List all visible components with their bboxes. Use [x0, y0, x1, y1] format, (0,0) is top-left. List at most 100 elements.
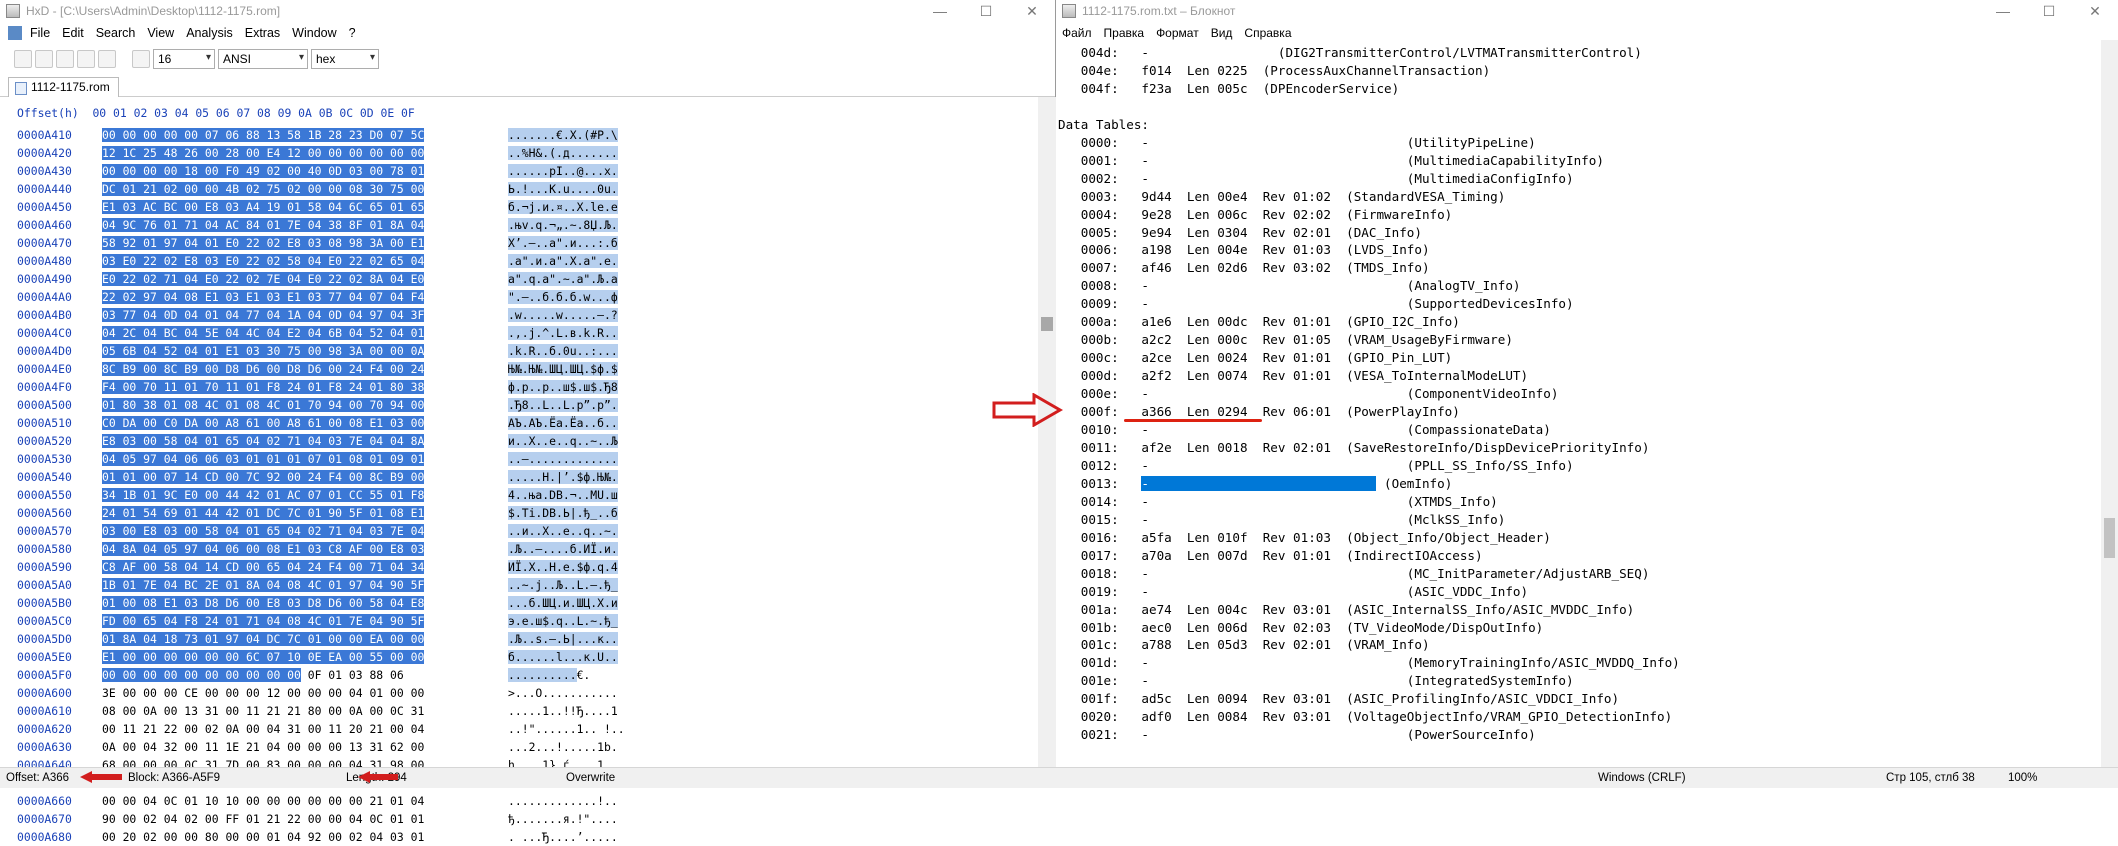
row-hex-bytes[interactable]: 01 8A 04 18 73 01 97 04 DC 7C 01 00 00 E… — [102, 630, 492, 648]
menu-window[interactable]: Window — [286, 26, 342, 40]
row-ascii[interactable]: .њv.q.¬„.~.8Џ.Љ. — [508, 216, 638, 234]
minimize-icon[interactable]: — — [917, 3, 963, 20]
row-hex-bytes[interactable]: 01 80 38 01 08 4C 01 08 4C 01 70 94 00 7… — [102, 396, 492, 414]
row-ascii[interactable]: .k.R..б.0u..:... — [508, 342, 638, 360]
menu-extras[interactable]: Extras — [239, 26, 286, 40]
row-hex-bytes[interactable]: DC 01 21 02 00 00 4B 02 75 02 00 00 08 3… — [102, 180, 492, 198]
row-ascii[interactable]: ИЇ.X..Н.e.$ф.q.4 — [508, 558, 638, 576]
row-ascii[interactable]: ђ.......я.!".... — [508, 810, 638, 828]
row-ascii[interactable]: ..~.ј..Љ..L.—.ђ_ — [508, 576, 638, 594]
row-ascii[interactable]: Ь.!...K.u....0u. — [508, 180, 638, 198]
hex-row[interactable]: 0000A450 E1 03 AC BC 00 E8 03 A4 19 01 58… — [17, 198, 637, 216]
hex-row[interactable]: 0000A440 DC 01 21 02 00 00 4B 02 75 02 00… — [17, 180, 637, 198]
row-hex-bytes[interactable]: E1 00 00 00 00 00 00 6C 07 10 0E EA 00 5… — [102, 648, 492, 666]
row-hex-bytes[interactable]: 04 9C 76 01 71 04 AC 84 01 7E 04 38 8F 0… — [102, 216, 492, 234]
hex-rows[interactable]: 0000A410 00 00 00 00 00 07 06 88 13 58 1B… — [17, 126, 637, 846]
open-disk-icon[interactable] — [77, 50, 95, 68]
row-hex-bytes[interactable]: 8C B9 00 8C B9 00 D8 D6 00 D8 D6 00 24 F… — [102, 360, 492, 378]
hex-row[interactable]: 0000A620 00 11 21 22 00 02 0A 00 04 31 00… — [17, 720, 637, 738]
row-ascii[interactable]: ..%H&.(.д....... — [508, 144, 638, 162]
new-file-icon[interactable] — [14, 50, 32, 68]
hex-row[interactable]: 0000A460 04 9C 76 01 71 04 AC 84 01 7E 04… — [17, 216, 637, 234]
row-hex-bytes[interactable]: 00 20 02 00 00 80 00 00 01 04 92 00 02 0… — [102, 828, 492, 846]
row-hex-bytes[interactable]: E0 22 02 71 04 E0 22 02 7E 04 E0 22 02 8… — [102, 270, 492, 288]
hex-row[interactable]: 0000A520 E8 03 00 58 04 01 65 04 02 71 04… — [17, 432, 637, 450]
minimize-icon[interactable]: — — [1980, 3, 2026, 20]
row-ascii[interactable]: .Ђ8..L..L.p”.p”. — [508, 396, 638, 414]
hex-row[interactable]: 0000A660 00 00 04 0C 01 10 10 00 00 00 00… — [17, 792, 637, 810]
row-hex-bytes[interactable]: 05 6B 04 52 04 01 E1 03 30 75 00 98 3A 0… — [102, 342, 492, 360]
hex-row[interactable]: 0000A5B0 01 00 08 E1 03 D8 D6 00 E8 03 D8… — [17, 594, 637, 612]
row-hex-bytes[interactable]: 01 01 00 07 14 CD 00 7C 92 00 24 F4 00 8… — [102, 468, 492, 486]
row-hex-bytes[interactable]: 03 E0 22 02 E8 03 E0 22 02 58 04 E0 22 0… — [102, 252, 492, 270]
row-ascii[interactable]: ......рI..@...x. — [508, 162, 638, 180]
hex-row[interactable]: 0000A530 04 05 97 04 06 06 03 01 01 01 07… — [17, 450, 637, 468]
row-ascii[interactable]: ф.p..p..ш$.ш$.Ђ8 — [508, 378, 638, 396]
menu-format-ru[interactable]: Формат — [1150, 26, 1205, 40]
row-hex-bytes[interactable]: 22 02 97 04 08 E1 03 E1 03 E1 03 77 04 0… — [102, 288, 492, 306]
row-ascii[interactable]: э.e.ш$.q..L.~.ђ_ — [508, 612, 638, 630]
maximize-icon[interactable]: ☐ — [963, 3, 1009, 20]
row-hex-bytes[interactable]: 00 00 00 00 18 00 F0 49 02 00 40 0D 03 0… — [102, 162, 492, 180]
menu-view[interactable]: View — [141, 26, 180, 40]
hex-row[interactable]: 0000A5F0 00 00 00 00 00 00 00 00 00 00 0F… — [17, 666, 637, 684]
offset-base-select[interactable]: hex — [311, 49, 379, 69]
row-hex-bytes[interactable]: 04 8A 04 05 97 04 06 00 08 E1 03 C8 AF 0… — [102, 540, 492, 558]
hex-row[interactable]: 0000A670 90 00 02 04 02 00 FF 01 21 22 00… — [17, 810, 637, 828]
row-ascii[interactable]: .а".и.а".X.а".e. — [508, 252, 638, 270]
hex-row[interactable]: 0000A580 04 8A 04 05 97 04 06 00 08 E1 03… — [17, 540, 637, 558]
close-icon[interactable]: ✕ — [2072, 3, 2118, 20]
row-ascii[interactable]: .....Н.|’.$ф.Њ№. — [508, 468, 638, 486]
row-ascii[interactable]: ..—............. — [508, 450, 638, 468]
row-hex-bytes[interactable]: 04 2C 04 BC 04 5E 04 4C 04 E2 04 6B 04 5… — [102, 324, 492, 342]
scroll-thumb[interactable] — [1041, 317, 1053, 331]
selected-text[interactable]: - — [1141, 475, 1377, 491]
hex-row[interactable]: 0000A510 C0 DA 00 C0 DA 00 A8 61 00 A8 61… — [17, 414, 637, 432]
menu-analysis[interactable]: Analysis — [180, 26, 239, 40]
menu-help-ru[interactable]: Справка — [1238, 26, 1297, 40]
row-ascii[interactable]: .,.ј.^.L.в.k.R.. — [508, 324, 638, 342]
hex-row[interactable]: 0000A500 01 80 38 01 08 4C 01 08 4C 01 70… — [17, 396, 637, 414]
row-hex-bytes[interactable]: 3E 00 00 00 CE 00 00 00 12 00 00 00 04 0… — [102, 684, 492, 702]
hex-row[interactable]: 0000A430 00 00 00 00 18 00 F0 49 02 00 40… — [17, 162, 637, 180]
hex-row[interactable]: 0000A4F0 F4 00 70 11 01 70 11 01 F8 24 01… — [17, 378, 637, 396]
row-hex-bytes[interactable]: 00 11 21 22 00 02 0A 00 04 31 00 11 20 2… — [102, 720, 492, 738]
open-file-icon[interactable] — [35, 50, 53, 68]
hex-row[interactable]: 0000A4B0 03 77 04 0D 04 01 04 77 04 1A 04… — [17, 306, 637, 324]
hex-row[interactable]: 0000A470 58 92 01 97 04 01 E0 22 02 E8 03… — [17, 234, 637, 252]
row-ascii[interactable]: $.Ti.DB.Ь|.ђ_..б — [508, 504, 638, 522]
menu-help[interactable]: ? — [343, 26, 362, 40]
hex-row[interactable]: 0000A4D0 05 6B 04 52 04 01 E1 03 30 75 00… — [17, 342, 637, 360]
hex-row[interactable]: 0000A550 34 1B 01 9C E0 00 44 42 01 AC 07… — [17, 486, 637, 504]
row-ascii[interactable]: ..!"......1.. !.. — [508, 720, 638, 738]
menu-file-ru[interactable]: Файл — [1056, 26, 1098, 40]
hex-row[interactable]: 0000A610 08 00 0A 00 13 31 00 11 21 21 80… — [17, 702, 637, 720]
row-hex-bytes[interactable]: 00 00 04 0C 01 10 10 00 00 00 00 00 00 2… — [102, 792, 492, 810]
row-hex-bytes[interactable]: 1B 01 7E 04 BC 2E 01 8A 04 08 4C 01 97 0… — [102, 576, 492, 594]
maximize-icon[interactable]: ☐ — [2026, 3, 2072, 20]
row-hex-bytes[interactable]: 34 1B 01 9C E0 00 44 42 01 AC 07 01 CC 5… — [102, 486, 492, 504]
row-hex-bytes[interactable]: 03 77 04 0D 04 01 04 77 04 1A 04 0D 04 9… — [102, 306, 492, 324]
row-ascii[interactable]: а".q.а".~.а".Љ.а — [508, 270, 638, 288]
menu-edit-ru[interactable]: Правка — [1098, 26, 1151, 40]
row-ascii[interactable]: X’.—..а".и...:.б — [508, 234, 638, 252]
row-ascii[interactable]: >...О........... — [508, 684, 638, 702]
menu-search[interactable]: Search — [90, 26, 142, 40]
menu-view-ru[interactable]: Вид — [1205, 26, 1239, 40]
row-hex-bytes[interactable]: 03 00 E8 03 00 58 04 01 65 04 02 71 04 0… — [102, 522, 492, 540]
hex-row[interactable]: 0000A590 C8 AF 00 58 04 14 CD 00 65 04 24… — [17, 558, 637, 576]
hex-row[interactable]: 0000A5E0 E1 00 00 00 00 00 00 6C 07 10 0E… — [17, 648, 637, 666]
row-ascii[interactable]: .Љ..s.—.Ь|...к.. — [508, 630, 638, 648]
row-hex-bytes[interactable]: 12 1C 25 48 26 00 28 00 E4 12 00 00 00 0… — [102, 144, 492, 162]
hex-row[interactable]: 0000A600 3E 00 00 00 CE 00 00 00 12 00 00… — [17, 684, 637, 702]
notepad-text-area[interactable]: 004d: - (DIG2TransmitterControl/LVTMATra… — [1058, 44, 2118, 744]
bytes-per-row-select[interactable]: 16 — [153, 49, 215, 69]
hex-row[interactable]: 0000A5A0 1B 01 7E 04 BC 2E 01 8A 04 08 4C… — [17, 576, 637, 594]
row-ascii[interactable]: ".—..б.б.б.w...ф — [508, 288, 638, 306]
row-ascii[interactable]: .w.....w.....—.? — [508, 306, 638, 324]
hex-row[interactable]: 0000A4C0 04 2C 04 BC 04 5E 04 4C 04 E2 04… — [17, 324, 637, 342]
row-ascii[interactable]: .....1..!!Ђ....1 — [508, 702, 638, 720]
hex-row[interactable]: 0000A540 01 01 00 07 14 CD 00 7C 92 00 24… — [17, 468, 637, 486]
hex-row[interactable]: 0000A680 00 20 02 00 00 80 00 00 01 04 92… — [17, 828, 637, 846]
menu-edit[interactable]: Edit — [56, 26, 90, 40]
